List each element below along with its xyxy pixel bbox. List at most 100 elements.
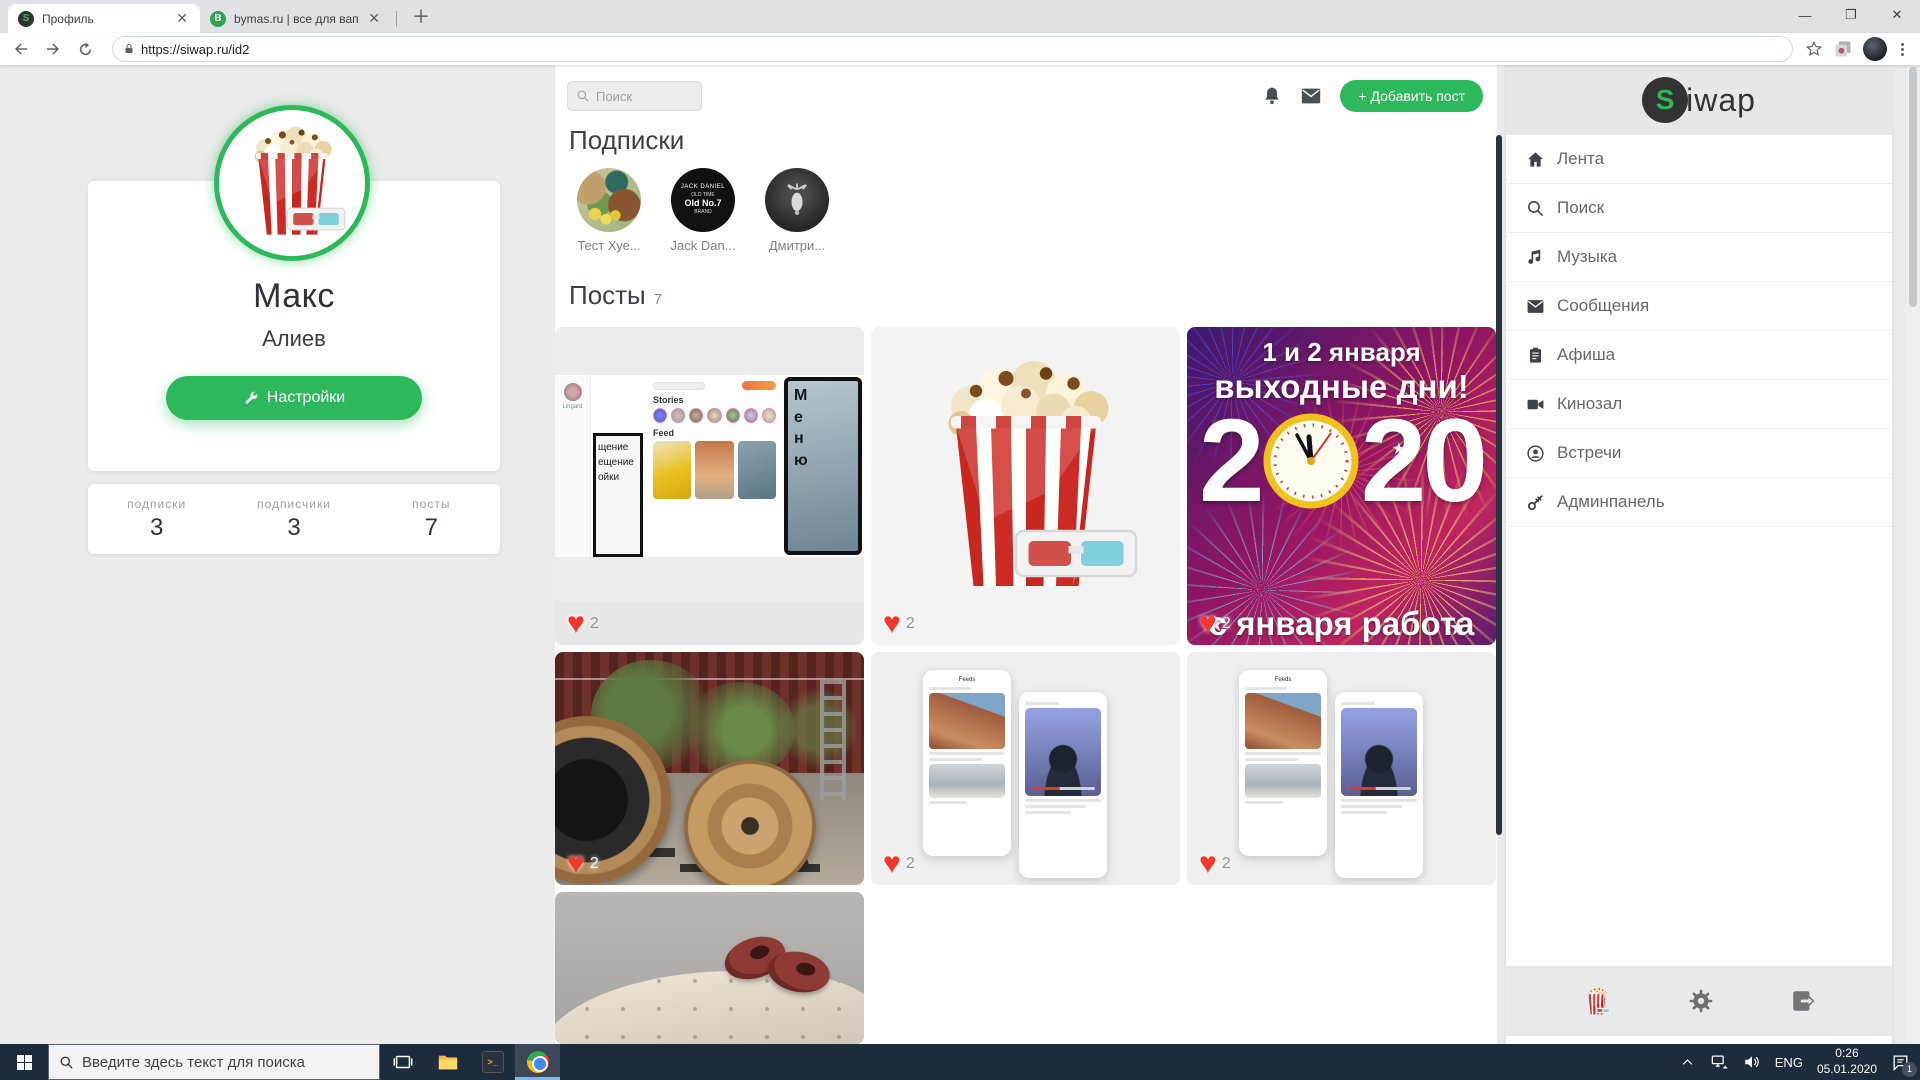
file-explorer-button[interactable]	[425, 1044, 470, 1080]
page-content: Макс Алиев Настройки подписки 3 подписчи…	[0, 65, 1920, 1044]
task-view-button[interactable]	[380, 1044, 425, 1080]
post-image: Lingard щение ещение ойки Stories Feed	[555, 375, 864, 557]
new-tab-button[interactable]: ＋	[409, 3, 433, 29]
deer-image	[775, 178, 819, 222]
stat-subscribers[interactable]: подписчики 3	[225, 484, 362, 554]
taskbar-search[interactable]	[48, 1044, 380, 1080]
back-icon[interactable]	[8, 36, 34, 62]
settings-button[interactable]: Настройки	[166, 376, 422, 420]
add-post-button[interactable]: + Добавить пост	[1340, 80, 1483, 112]
subscription-item[interactable]: Тест Хуе...	[569, 168, 649, 253]
tab-separator	[396, 11, 397, 27]
logout-icon[interactable]	[1790, 988, 1816, 1014]
stat-value: 3	[150, 514, 163, 542]
post-tile-sofa[interactable]	[555, 892, 864, 1044]
sidebar-menu: Лента Поиск Музыка Сообщения Афиша	[1506, 135, 1892, 527]
like-control[interactable]: ♥ 2	[883, 609, 915, 639]
key-icon	[1526, 493, 1545, 512]
like-control[interactable]: ♥ 2	[883, 849, 915, 879]
sidebar-item-adminpanel[interactable]: Админпанель	[1506, 478, 1892, 527]
chrome-button[interactable]	[515, 1044, 560, 1080]
post-tile-yard[interactable]: ♥ 2	[555, 652, 864, 885]
tab-close-icon[interactable]: ✕	[366, 10, 382, 27]
language-indicator[interactable]: ENG	[1775, 1055, 1803, 1070]
sidebar-item-messages[interactable]: Сообщения	[1506, 282, 1892, 331]
like-control[interactable]: ♥ 2	[1199, 609, 1231, 639]
profile-avatar[interactable]	[214, 105, 370, 261]
browser-menu-icon[interactable]	[1897, 43, 1908, 56]
like-count: 2	[906, 615, 915, 633]
post-tile-phones[interactable]: Feeds ♥ 2	[871, 652, 1180, 885]
terminal-button[interactable]: >_	[470, 1044, 515, 1080]
sidebar-footer	[1506, 966, 1892, 1036]
like-control[interactable]: ♥ 2	[567, 609, 599, 639]
clipboard-icon	[1526, 346, 1545, 365]
network-icon[interactable]	[1709, 1052, 1729, 1072]
extension-cards-icon[interactable]	[1833, 39, 1853, 59]
heart-icon[interactable]: ♥	[1199, 849, 1217, 879]
popcorn-profile-icon[interactable]	[1582, 985, 1612, 1018]
sidebar-item-afisha[interactable]: Афиша	[1506, 331, 1892, 380]
start-button[interactable]	[0, 1044, 48, 1080]
feed-scrollbar-thumb[interactable]	[1496, 135, 1502, 835]
post-tile-phones[interactable]: Feeds ♥ 2	[1187, 652, 1496, 885]
tab-bymas[interactable]: B bymas.ru | все для вап мастера ✕	[200, 4, 392, 33]
stat-subscriptions[interactable]: подписки 3	[88, 484, 225, 554]
browser-profile-avatar[interactable]	[1863, 37, 1887, 61]
bookmark-star-icon[interactable]	[1805, 40, 1823, 58]
post-tile-collage[interactable]: Lingard щение ещение ойки Stories Feed	[555, 327, 864, 645]
forward-icon[interactable]	[40, 36, 66, 62]
restore-button[interactable]: ❐	[1828, 0, 1874, 30]
tray-chevron-icon[interactable]	[1680, 1055, 1695, 1070]
notifications-bell-icon[interactable]	[1262, 86, 1282, 106]
browser-tabstrip: S Профиль ✕ B bymas.ru | все для вап мас…	[0, 0, 1920, 33]
search-input[interactable]	[596, 89, 686, 104]
phone-mockup	[1019, 692, 1107, 878]
sidebar-item-cinema[interactable]: Кинозал	[1506, 380, 1892, 429]
feed-search[interactable]	[567, 81, 702, 111]
home-icon	[1526, 150, 1545, 169]
sidebar-item-meetings[interactable]: Встречи	[1506, 429, 1892, 478]
siwap-logo[interactable]: S iwap	[1506, 65, 1892, 135]
heart-icon[interactable]: ♥	[1199, 609, 1217, 639]
browser-scrollbar[interactable]	[1906, 65, 1920, 1044]
feed-header: + Добавить пост	[567, 78, 1483, 114]
like-control[interactable]: ♥ 2	[1199, 849, 1231, 879]
heart-icon[interactable]: ♥	[567, 849, 585, 879]
post-tile-newyear[interactable]: ★ ★ ★ 1 и 2 января выходные дни! 2	[1187, 327, 1496, 645]
stat-label: посты	[412, 497, 450, 511]
close-button[interactable]: ✕	[1874, 0, 1920, 30]
subscription-name: Дмитри...	[769, 238, 825, 253]
wrench-icon	[243, 390, 259, 406]
popcorn-image	[901, 341, 1151, 616]
browser-scrollbar-thumb[interactable]	[1909, 67, 1917, 307]
taskbar-clock[interactable]: 0:26 05.01.2020	[1817, 1046, 1877, 1077]
profile-stats: подписки 3 подписчики 3 посты 7	[88, 484, 500, 554]
action-center-button[interactable]: 1	[1891, 1053, 1910, 1072]
gear-icon[interactable]	[1688, 988, 1714, 1014]
lock-icon	[123, 43, 135, 55]
clock-time: 0:26	[1817, 1046, 1877, 1062]
messages-mail-icon[interactable]	[1300, 85, 1322, 107]
reload-icon[interactable]	[72, 36, 98, 62]
sidebar-item-search[interactable]: Поиск	[1506, 184, 1892, 233]
like-count: 2	[590, 615, 599, 633]
stat-posts[interactable]: посты 7	[363, 484, 500, 554]
sidebar-item-feed[interactable]: Лента	[1506, 135, 1892, 184]
sidebar-item-music[interactable]: Музыка	[1506, 233, 1892, 282]
volume-icon[interactable]	[1743, 1053, 1761, 1071]
window-controls: — ❐ ✕	[1782, 0, 1920, 30]
like-control[interactable]: ♥ 2	[567, 849, 599, 879]
address-bar[interactable]: https://siwap.ru/id2	[112, 36, 1793, 62]
heart-icon[interactable]: ♥	[567, 609, 585, 639]
minimize-button[interactable]: —	[1782, 0, 1828, 30]
post-tile-popcorn[interactable]: ♥ 2	[871, 327, 1180, 645]
heart-icon[interactable]: ♥	[883, 849, 901, 879]
tab-profile[interactable]: S Профиль ✕	[8, 4, 200, 33]
subscription-item[interactable]: Дмитри...	[757, 168, 837, 253]
taskbar: >_ ENG 0:26 05.01.2020 1	[0, 1044, 1920, 1080]
taskbar-search-input[interactable]	[82, 1054, 342, 1071]
subscription-item[interactable]: JACK DANIEL OLD TIME Old No.7 BRAND Jack…	[663, 168, 743, 253]
heart-icon[interactable]: ♥	[883, 609, 901, 639]
tab-close-icon[interactable]: ✕	[174, 10, 190, 27]
